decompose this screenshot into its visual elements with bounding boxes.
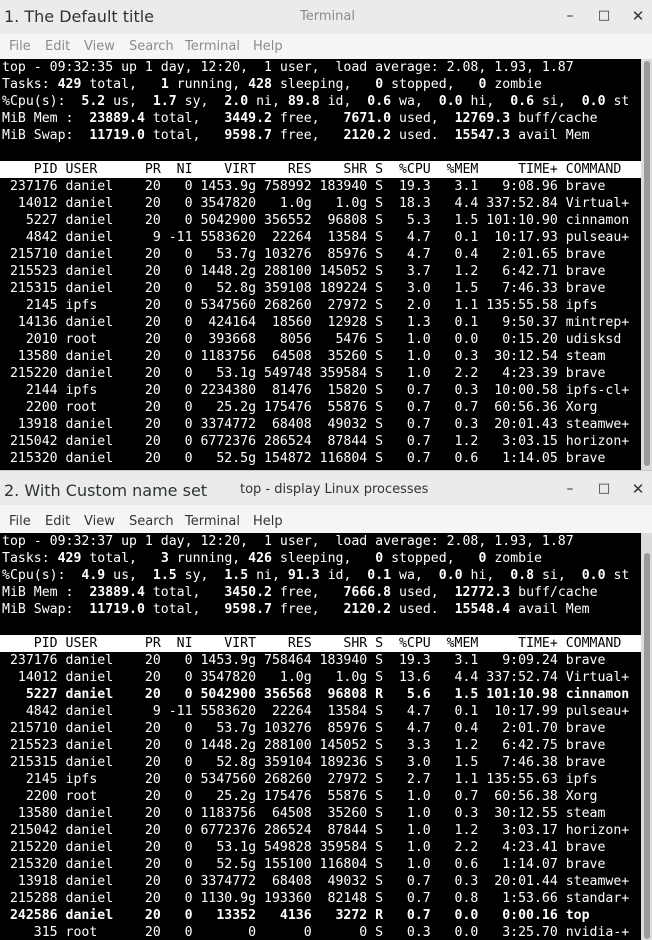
process-row: 237176 daniel 20 0 1453.9g 758464 183940…	[2, 653, 606, 668]
process-row: 14012 daniel 20 0 3547820 1.0g 1.0g S 18…	[2, 196, 630, 211]
swap-line: MiB Swap: 11719.0 total, 9598.7 free, 21…	[2, 602, 590, 617]
process-row: 13918 daniel 20 0 3374772 68408 49032 S …	[2, 874, 630, 889]
menu-terminal[interactable]: Terminal	[185, 514, 240, 529]
process-row: 215315 daniel 20 0 52.8g 359104 189236 S…	[2, 755, 606, 770]
process-row: 2200 root 20 0 25.2g 175476 55876 S 0.7 …	[2, 400, 598, 415]
process-row: 215315 daniel 20 0 52.8g 359108 189224 S…	[2, 281, 606, 296]
maximize-button[interactable]: □	[594, 479, 614, 499]
terminal-screen[interactable]: top - 09:32:37 up 1 day, 12:20, 1 user, …	[0, 533, 641, 940]
title-bar[interactable]: 1. The Default title Terminal – □ ✕	[0, 0, 652, 34]
process-row: 13580 daniel 20 0 1183756 64508 35260 S …	[2, 806, 606, 821]
mem-line: MiB Mem : 23889.4 total, 3450.2 free, 76…	[2, 585, 598, 600]
scrollbar-thumb[interactable]	[644, 61, 650, 466]
menu-terminal[interactable]: Terminal	[185, 39, 240, 54]
process-row: 215220 daniel 20 0 53.1g 549748 359584 S…	[2, 366, 606, 381]
scrollbar-thumb[interactable]	[644, 553, 650, 939]
swap-line: MiB Swap: 11719.0 total, 9598.7 free, 21…	[2, 128, 590, 143]
process-row: 2010 root 20 0 393668 8056 5476 S 1.0 0.…	[2, 332, 622, 347]
mem-line: MiB Mem : 23889.4 total, 3449.2 free, 76…	[2, 111, 598, 126]
menu-edit[interactable]: Edit	[45, 39, 70, 54]
menu-bar: File Edit View Search Terminal Help	[0, 509, 652, 533]
menu-view[interactable]: View	[84, 39, 115, 54]
menu-help[interactable]: Help	[253, 514, 283, 529]
process-row: 215220 daniel 20 0 53.1g 549828 359584 S…	[2, 840, 606, 855]
menu-search[interactable]: Search	[129, 39, 174, 54]
scrollbar[interactable]	[641, 533, 652, 940]
window-caption: 2. With Custom name set	[4, 481, 208, 500]
menu-edit[interactable]: Edit	[45, 514, 70, 529]
process-row: 5227 daniel 20 0 5042900 356552 96808 S …	[2, 213, 630, 228]
process-row: 215042 daniel 20 0 6772376 286524 87844 …	[2, 434, 630, 449]
menu-view[interactable]: View	[84, 514, 115, 529]
process-row: 13918 daniel 20 0 3374772 68408 49032 S …	[2, 417, 630, 432]
terminal-screen[interactable]: top - 09:32:35 up 1 day, 12:20, 1 user, …	[0, 59, 641, 470]
process-row: 237176 daniel 20 0 1453.9g 758992 183940…	[2, 179, 606, 194]
column-header: PID USER PR NI VIRT RES SHR S %CPU %MEM …	[2, 636, 622, 651]
process-row: 315 root 20 0 0 0 0 S 0.3 0.0 3:25.70 nv…	[2, 925, 630, 940]
process-row: 215710 daniel 20 0 53.7g 103276 85976 S …	[2, 721, 606, 736]
title-bar[interactable]: 2. With Custom name set top - display Li…	[0, 471, 652, 505]
process-row: 215320 daniel 20 0 52.5g 155100 116804 S…	[2, 857, 606, 872]
process-row: 242586 daniel 20 0 13352 4136 3272 R 0.7…	[2, 908, 590, 923]
process-row: 215288 daniel 20 0 1130.9g 193360 82148 …	[2, 891, 630, 906]
minimize-button[interactable]: –	[560, 479, 580, 499]
tasks-line: Tasks: 429 total, 3 running, 426 sleepin…	[2, 551, 542, 566]
process-row: 2144 ipfs 20 0 2234380 81476 15820 S 0.7…	[2, 383, 630, 398]
tasks-line: Tasks: 429 total, 1 running, 428 sleepin…	[2, 77, 542, 92]
process-row: 215042 daniel 20 0 6772376 286524 87844 …	[2, 823, 630, 838]
menu-file[interactable]: File	[9, 514, 31, 529]
cpu-line: %Cpu(s): 4.9 us, 1.5 sy, 1.5 ni, 91.3 id…	[2, 568, 630, 583]
menu-help[interactable]: Help	[253, 39, 283, 54]
process-row: 13580 daniel 20 0 1183756 64508 35260 S …	[2, 349, 606, 364]
process-row: 2145 ipfs 20 0 5347560 268260 27972 S 2.…	[2, 298, 598, 313]
uptime-line: top - 09:32:35 up 1 day, 12:20, 1 user, …	[2, 60, 574, 75]
close-button[interactable]: ✕	[628, 479, 648, 499]
process-row: 215523 daniel 20 0 1448.2g 288100 145052…	[2, 738, 606, 753]
maximize-button[interactable]: □	[594, 6, 614, 26]
terminal-window-default: 1. The Default title Terminal – □ ✕ File…	[0, 0, 652, 470]
process-row: 2145 ipfs 20 0 5347560 268260 27972 S 2.…	[2, 772, 598, 787]
process-row: 215320 daniel 20 0 52.5g 154872 116804 S…	[2, 451, 606, 466]
process-row: 14012 daniel 20 0 3547820 1.0g 1.0g S 13…	[2, 670, 630, 685]
process-row: 4842 daniel 9 -11 5583620 22264 13584 S …	[2, 704, 630, 719]
terminal-title: top - display Linux processes	[240, 482, 429, 497]
process-row: 5227 daniel 20 0 5042900 356568 96808 R …	[2, 687, 630, 702]
terminal-window-custom: 2. With Custom name set top - display Li…	[0, 470, 652, 940]
process-row: 4842 daniel 9 -11 5583620 22264 13584 S …	[2, 230, 630, 245]
column-header: PID USER PR NI VIRT RES SHR S %CPU %MEM …	[2, 162, 622, 177]
menu-search[interactable]: Search	[129, 514, 174, 529]
close-button[interactable]: ✕	[628, 6, 648, 26]
menu-file[interactable]: File	[9, 39, 31, 54]
process-row: 215523 daniel 20 0 1448.2g 288100 145052…	[2, 264, 606, 279]
process-row: 2200 root 20 0 25.2g 175476 55876 S 1.0 …	[2, 789, 598, 804]
window-caption: 1. The Default title	[4, 7, 155, 26]
terminal-title: Terminal	[300, 9, 355, 24]
scrollbar[interactable]	[641, 59, 652, 470]
process-row: 215710 daniel 20 0 53.7g 103276 85976 S …	[2, 247, 606, 262]
minimize-button[interactable]: –	[560, 6, 580, 26]
uptime-line: top - 09:32:37 up 1 day, 12:20, 1 user, …	[2, 534, 574, 549]
menu-bar: File Edit View Search Terminal Help	[0, 34, 652, 58]
cpu-line: %Cpu(s): 5.2 us, 1.7 sy, 2.0 ni, 89.8 id…	[2, 94, 630, 109]
process-row: 14136 daniel 20 0 424164 18560 12928 S 1…	[2, 315, 630, 330]
